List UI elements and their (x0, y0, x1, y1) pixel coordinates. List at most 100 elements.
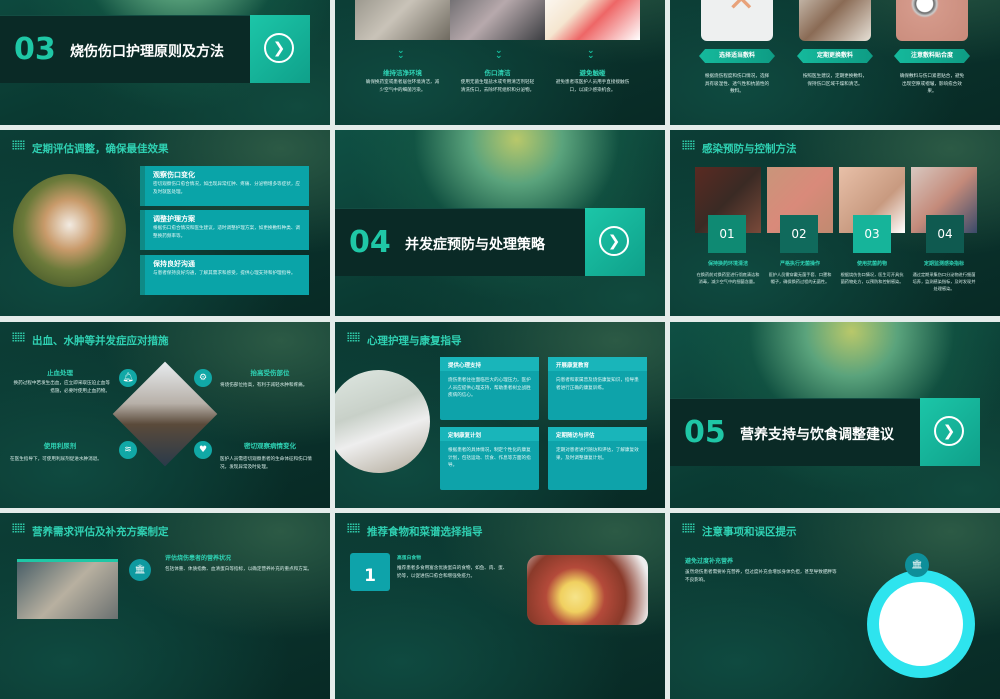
heart-icon: ♥ (194, 441, 212, 459)
item-text: 在换药前对换药室进行彻底清洁和消毒，减少空气中的细菌含量。 (696, 272, 760, 284)
section-title: 营养支持与饮食调整建议 (740, 427, 894, 443)
photo-nurse-care (355, 0, 450, 40)
chevron-down-icon: ⌄ ⌄ (495, 46, 503, 61)
item-text: 根据烧伤程度和伤口情况，选择具有吸湿性、透气性和抗菌性的敷料。 (704, 74, 770, 94)
chevron-right-icon: ❯ (264, 33, 294, 63)
bank-icon: 🏛︎ (129, 559, 151, 581)
item-text: 避免患者或医护人员用手直接接触伤口，以减少感染机会。 (555, 80, 630, 93)
card-text: 密切观察伤口愈合情况，如出现异常红肿、疼痛、分泌物增多等症状，应及时就医处理。 (153, 182, 301, 195)
card-title: 保持良好沟通 (153, 260, 195, 268)
dots-decoration (12, 140, 25, 150)
photo-dog (13, 174, 126, 287)
item-text: 根据烧伤伤口情况，医生可开具抗菌药物处方，以预防和控制感染。 (840, 272, 904, 284)
info-card: 定期随访与评估 定期对患者进行随访和评估，了解康复效果，及时调整康复计划。 (548, 427, 647, 490)
item-title: 抬高受伤部位 (250, 369, 290, 377)
item-title: 使用利尿剂 (43, 442, 77, 450)
section-title-bar: 05 营养支持与饮食调整建议 (670, 398, 920, 466)
item-title: 评估烧伤患者的营养状况 (165, 555, 232, 562)
card-title: 提供心理支持 (440, 357, 539, 371)
photo-lab (17, 559, 118, 619)
dots-decoration (347, 523, 360, 533)
slide-title: 感染预防与控制方法 (702, 143, 797, 155)
step-number: 04 (926, 215, 964, 253)
chevron-right-icon: ❯ (934, 416, 964, 446)
slide-title: 营养需求评估及补充方案制定 (32, 526, 169, 538)
card-title: 观察伤口变化 (153, 171, 195, 179)
step-number: 03 (853, 215, 891, 253)
slide-title: 推荐食物和菜谱选择指导 (367, 526, 483, 538)
gear-icon: ⚙ (194, 369, 212, 387)
slide-thumbnail-dressing[interactable]: ✕ 选择适当敷料 定期更换敷料 注意敷料贴合度 根据烧伤程度和伤口情况，选择具有… (670, 0, 1000, 125)
section-number: 04 (349, 225, 391, 260)
chevron-right-icon: ❯ (599, 226, 629, 256)
slide-thumbnail-section-05[interactable]: 05 营养支持与饮食调整建议 ❯ (670, 322, 1000, 508)
item-title: 维持洁净环境 (383, 69, 422, 77)
item-title: 定期更换敷料 (797, 49, 873, 63)
item-text: 将烧伤部位抬高，有利于减轻水肿和疼痛。 (220, 383, 308, 388)
photo-patient-bed (450, 0, 545, 40)
slide-thumbnail-wound-care-methods[interactable]: ⌄ ⌄ ⌄ ⌄ ⌄ ⌄ 维持洁净环境 确保换药室或患者居住环境清洁，减少空气中的细菌污… (335, 0, 665, 125)
chevron-down-icon: ⌄ ⌄ (397, 46, 405, 61)
step-number: 02 (780, 215, 818, 253)
slide-thumbnail-psych-care[interactable]: 心理护理与康复指导 提供心理支持烧伤患者往往面临巨大的心理压力，医护人员应提供心… (335, 322, 665, 508)
card-title: 定期随访与评估 (548, 427, 647, 441)
item-text: 包括体重、体质指数、血清蛋白等指标，以确定营养补充的重点和方案。 (165, 567, 313, 572)
slide-title: 心理护理与康复指导 (367, 335, 462, 347)
item-title: 选择适当敷料 (699, 49, 775, 63)
layers-icon: ≋ (119, 441, 137, 459)
section-title-bar: 04 并发症预防与处理策略 (335, 208, 585, 276)
decorative-circle (867, 570, 975, 678)
slide-thumbnail-complications[interactable]: 出血、水肿等并发症应对措施 🔔︎ ⚙ ≋ ♥ 止血处理 换药过程中若发生出血，应… (0, 322, 330, 508)
item-title: 伤口清洁 (484, 69, 511, 77)
info-card: 调整护理方案根据伤口愈合情况和医生建议，适时调整护理方案，如更换敷料种类、调整换… (140, 210, 309, 250)
section-title: 烧伤伤口护理原则及方法 (70, 44, 224, 60)
item-title: 避免触碰 (579, 69, 606, 77)
photo-bandage: ✕ (701, 0, 773, 41)
section-arrow-box: ❯ (250, 15, 310, 83)
chevron-down-icon: ⌄ ⌄ (587, 46, 595, 61)
slide-thumbnail-nutrition-assessment[interactable]: 营养需求评估及补充方案制定 🏛︎ 评估烧伤患者的营养状况 包括体重、体质指数、血… (0, 513, 330, 699)
slide-thumbnail-precautions[interactable]: 注意事项和误区提示 避免过度补充营养 虽然烧伤患者需要补充营养，但过度补充会增加… (670, 513, 1000, 699)
card-text: 烧伤患者往往面临巨大的心理压力，医护人员应提供心理支持，帮助患者树立战胜疾病的信… (448, 378, 531, 398)
card-title: 开展康复教育 (548, 357, 647, 371)
card-text: 根据伤口愈合情况和医生建议，适时调整护理方案，如更换敷料种类、调整换药频率等。 (153, 226, 301, 239)
dots-decoration (12, 332, 25, 342)
slide-thumbnail-infection-control[interactable]: 感染预防与控制方法 01 02 03 04 保持换药环境清洁 严格执行无菌操作 … (670, 130, 1000, 316)
card-text: 根据患者的具体情况，制定个性化的康复计划，包括运动、饮食、作息等方面的指导。 (448, 448, 531, 468)
slide-thumbnail-section-03[interactable]: 03 烧伤伤口护理原则及方法 ❯ (0, 0, 330, 125)
item-title: 使用抗菌药物 (856, 261, 887, 267)
slide-title: 注意事项和误区提示 (702, 526, 797, 538)
photo-dressing-fit (896, 0, 968, 41)
info-card: 保持良好沟通 与患者保持良好沟通，了解其需求和感受，提供心理支持和护理指导。 (140, 255, 309, 295)
dots-decoration (12, 523, 25, 533)
item-text: 确保敷料与伤口紧密贴合，避免出现空隙或褶皱，影响愈合效果。 (899, 74, 965, 94)
info-card: 观察伤口变化密切观察伤口愈合情况，如出现异常红肿、疼痛、分泌物增多等症状，应及时… (140, 166, 309, 206)
bell-icon: 🔔︎ (119, 369, 137, 387)
step-number: 1 (350, 553, 390, 591)
item-text: 推荐患者多食用富含优质蛋白的食物，如鱼、肉、蛋、奶等，以促进伤口愈合和增强免疫力… (397, 566, 508, 579)
step-number: 01 (708, 215, 746, 253)
info-card: 提供心理支持烧伤患者往往面临巨大的心理压力，医护人员应提供心理支持，帮助患者树立… (440, 357, 539, 420)
item-title: 止血处理 (47, 369, 73, 377)
slide-thumbnail-food-guide[interactable]: 推荐食物和菜谱选择指导 1 高蛋白食物 推荐患者多食用富含优质蛋白的食物，如鱼、… (335, 513, 665, 699)
slide-title: 出血、水肿等并发症应对措施 (32, 335, 169, 347)
card-title: 调整护理方案 (153, 215, 195, 223)
item-title: 高蛋白食物 (397, 556, 421, 561)
item-title: 密切观察病情变化 (244, 442, 296, 450)
dots-decoration (682, 140, 695, 150)
item-text: 医护人员需穿戴无菌手套、口罩和帽子，确保换药过程的无菌性。 (768, 272, 832, 284)
bank-icon: 🏛︎ (905, 553, 929, 577)
item-text: 虽然烧伤患者需要补充营养，但过度补充会增加身体负担，甚至导致肥胖等不良影响。 (685, 570, 837, 583)
slide-thumbnail-evaluation[interactable]: 定期评估调整，确保最佳效果 观察伤口变化密切观察伤口愈合情况，如出现异常红肿、疼… (0, 130, 330, 316)
section-title: 并发症预防与处理策略 (405, 237, 545, 253)
card-text: 定期对患者进行随访和评估，了解康复效果，及时调整康复计划。 (556, 448, 639, 461)
item-text: 确保换药室或患者居住环境清洁，减少空气中的细菌污染。 (365, 80, 440, 93)
section-arrow-box: ❯ (585, 208, 645, 276)
slide-thumbnail-section-04[interactable]: 04 并发症预防与处理策略 ❯ (335, 130, 665, 316)
dots-decoration (682, 523, 695, 533)
item-title: 注意敷料贴合度 (894, 49, 970, 63)
slide-title: 定期评估调整，确保最佳效果 (32, 143, 169, 155)
item-title: 保持换药环境清洁 (707, 261, 748, 267)
info-card: 定制康复计划 根据患者的具体情况，制定个性化的康复计划，包括运动、饮食、作息等方面… (440, 427, 539, 490)
photo-rehab (335, 370, 430, 473)
